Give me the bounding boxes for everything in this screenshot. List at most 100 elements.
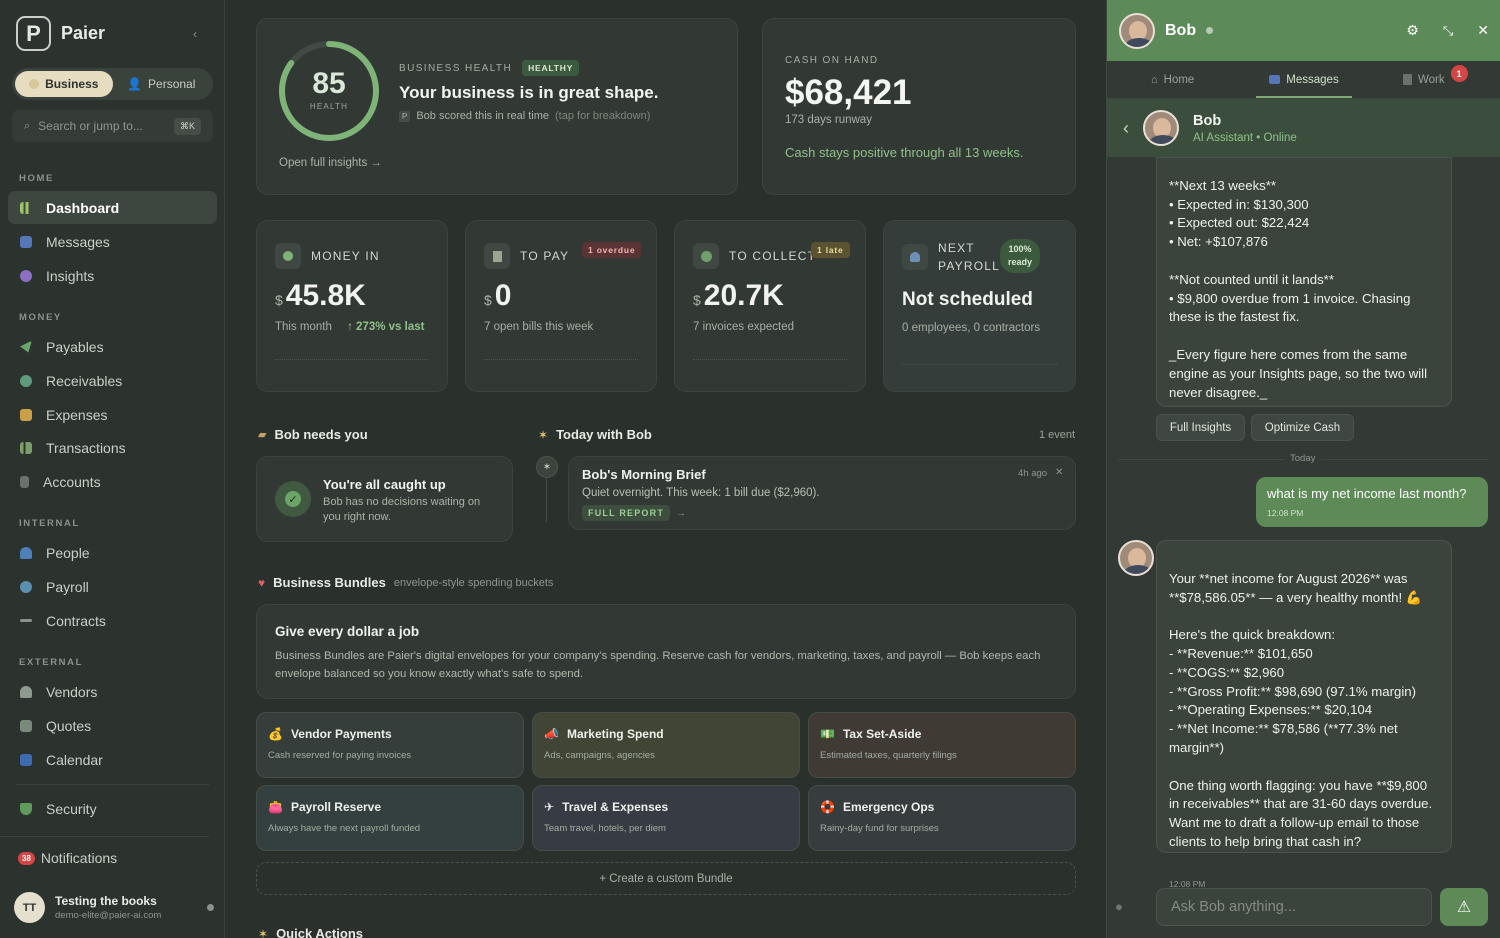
message-time: 12:08 PM xyxy=(1267,508,1304,518)
payroll-ready-badge: 100% ready xyxy=(1000,239,1041,273)
business-toggle[interactable]: Business xyxy=(15,71,113,97)
folder-icon xyxy=(20,408,32,421)
bundle-payroll-reserve[interactable]: 👛 Payroll Reserve Always have the next pa… xyxy=(256,785,524,851)
chat-tabs: ⌂ Home Messages Work 1 xyxy=(1107,61,1500,99)
settings-dot-icon[interactable] xyxy=(207,904,214,911)
chat-title: Bob xyxy=(1165,21,1197,39)
close-icon[interactable]: ✕ xyxy=(1055,467,1063,478)
cash-caption: CASH ON HAND xyxy=(785,55,879,66)
bob-needs-card: ✓ You're all caught up Bob has no decisi… xyxy=(256,456,513,542)
health-card[interactable]: 85 HEALTH BUSINESS HEALTH HEALTHY Your b… xyxy=(256,18,738,195)
today-title: ✶ Today with Bob xyxy=(538,427,652,442)
section-internal: INTERNAL xyxy=(19,518,80,529)
brand[interactable]: P Paier xyxy=(16,16,105,51)
sidebar-item-people[interactable]: People xyxy=(8,536,217,569)
caught-up-text: Bob has no decisions waiting on you righ… xyxy=(323,496,481,523)
create-bundle-button[interactable]: + Create a custom Bundle xyxy=(256,862,1076,895)
tab-home[interactable]: ⌂ Home xyxy=(1107,61,1238,98)
event-time: 4h ago xyxy=(1018,468,1048,479)
money-in-card[interactable]: MONEY IN $45.8K This month ↑ 273% vs las… xyxy=(256,220,448,392)
sparkle-icon: ✶ xyxy=(258,926,269,938)
collapse-sidebar-icon[interactable]: ‹ xyxy=(193,27,197,41)
sidebar-item-messages[interactable]: Messages xyxy=(8,225,217,258)
search-icon: ⌕ xyxy=(24,119,31,132)
conversation-status: AI Assistant • Online xyxy=(1193,131,1297,144)
sidebar-item-payroll[interactable]: Payroll xyxy=(8,570,217,603)
health-byline[interactable]: P Bob scored this in real time (tap for … xyxy=(399,110,650,122)
bundle-vendor-payments[interactable]: 💰 Vendor Payments Cash reserved for payin… xyxy=(256,712,524,778)
paier-icon: P xyxy=(399,110,411,122)
gear-icon[interactable]: ⚙ xyxy=(1406,22,1419,39)
sidebar-item-insights[interactable]: Insights xyxy=(8,259,217,292)
divider xyxy=(902,364,1057,365)
search-input[interactable]: ⌕ Search or jump to... ⌘K xyxy=(12,110,213,142)
full-insights-chip[interactable]: Full Insights xyxy=(1156,414,1245,441)
send-icon xyxy=(20,340,32,353)
back-icon[interactable]: ‹ xyxy=(1123,118,1129,139)
bundle-tax-set-aside[interactable]: 💵 Tax Set-Aside Estimated taxes, quarterl… xyxy=(808,712,1076,778)
tab-messages[interactable]: Messages xyxy=(1238,61,1369,98)
close-icon[interactable]: ✕ xyxy=(1477,22,1489,39)
sparkle-icon: ✶ xyxy=(536,456,558,478)
sidebar-item-quotes[interactable]: Quotes xyxy=(8,709,217,742)
search-icon[interactable]: ● xyxy=(1115,899,1123,914)
bob-avatar xyxy=(1118,540,1154,576)
heart-icon: ♥ xyxy=(258,575,266,590)
sidebar-item-vendors[interactable]: Vendors xyxy=(8,675,217,708)
divider xyxy=(0,836,209,837)
sidebar-item-payables[interactable]: Payables xyxy=(8,330,217,363)
money-in-icon xyxy=(275,243,301,269)
collapse-icon[interactable]: ⤡ xyxy=(1443,23,1453,39)
avatar: TT xyxy=(14,892,45,923)
personal-toggle[interactable]: 👤 Personal xyxy=(113,71,211,97)
calendar-icon xyxy=(20,753,32,766)
health-score: 85 xyxy=(312,67,346,100)
chat-input[interactable]: Ask Bob anything... xyxy=(1156,888,1432,926)
money-in-delta: ↑ 273% vs last xyxy=(347,321,425,333)
send-button[interactable]: ⚠ xyxy=(1440,888,1488,926)
to-pay-card[interactable]: TO PAY 1 overdue $0 7 open bills this we… xyxy=(465,220,657,392)
sidebar-item-receivables[interactable]: Receivables xyxy=(8,364,217,397)
tab-work[interactable]: Work 1 xyxy=(1370,61,1500,98)
people-icon xyxy=(20,546,32,559)
sidebar-item-notifications[interactable]: 38 Notifications xyxy=(18,850,117,866)
search-placeholder: Search or jump to... xyxy=(38,119,143,133)
sidebar-item-dashboard[interactable]: Dashboard xyxy=(8,191,217,224)
to-collect-card[interactable]: TO COLLECT 1 late $20.7K 7 invoices expe… xyxy=(674,220,866,392)
bundle-travel-expenses[interactable]: ✈ Travel & Expenses Team travel, hotels, … xyxy=(532,785,800,851)
user-message: what is my net income last month? 12:08 … xyxy=(1256,477,1488,527)
bill-icon xyxy=(484,243,510,269)
user-profile[interactable]: TT Testing the books demo-elite@paier-ai… xyxy=(14,892,214,923)
sidebar-item-security[interactable]: Security xyxy=(8,792,217,825)
sidebar-item-expenses[interactable]: Expenses xyxy=(8,398,217,431)
bar-chart-icon xyxy=(20,441,32,454)
cash-runway: 173 days runway xyxy=(785,114,872,126)
payroll-sub: 0 employees, 0 contractors xyxy=(902,322,1041,334)
bundle-emergency-ops[interactable]: 🛟 Emergency Ops Rainy-day fund for surpri… xyxy=(808,785,1076,851)
full-report-link[interactable]: FULL REPORT → xyxy=(582,505,686,521)
divider xyxy=(16,784,209,785)
sidebar-item-contracts[interactable]: Contracts xyxy=(8,604,217,637)
payroll-card[interactable]: NEXT PAYROLL 100% ready Not scheduled 0 e… xyxy=(883,220,1076,392)
paier-logo: P xyxy=(16,16,51,51)
divider xyxy=(275,359,429,360)
optimize-cash-chip[interactable]: Optimize Cash xyxy=(1251,414,1354,441)
payroll-icon xyxy=(20,580,32,593)
conversation-name: Bob xyxy=(1193,112,1222,129)
open-insights-link[interactable]: Open full insights → xyxy=(279,157,382,169)
bundle-marketing-spend[interactable]: 📣 Marketing Spend Ads, campaigns, agencie… xyxy=(532,712,800,778)
cash-note: Cash stays positive through all 13 weeks… xyxy=(785,145,1024,160)
caught-up-heading: You're all caught up xyxy=(323,477,446,492)
bundles-intro-text: Business Bundles are Paier's digital env… xyxy=(275,650,1041,680)
home-icon: ⌂ xyxy=(1150,73,1158,86)
sidebar: P Paier ‹ Business 👤 Personal ⌕ Search o… xyxy=(0,0,225,938)
to-pay-sub: 7 open bills this week xyxy=(484,321,594,333)
section-home: HOME xyxy=(19,173,54,184)
sidebar-item-calendar[interactable]: Calendar xyxy=(8,743,217,776)
sidebar-item-transactions[interactable]: Transactions xyxy=(8,431,217,464)
morning-brief-card[interactable]: Bob's Morning Brief 4h ago ✕ Quiet overn… xyxy=(568,456,1076,530)
cash-card[interactable]: CASH ON HAND $68,421 173 days runway Cas… xyxy=(762,18,1076,195)
bob-avatar xyxy=(1143,110,1179,146)
sidebar-item-accounts[interactable]: Accounts xyxy=(8,465,217,498)
person-icon xyxy=(20,685,32,698)
